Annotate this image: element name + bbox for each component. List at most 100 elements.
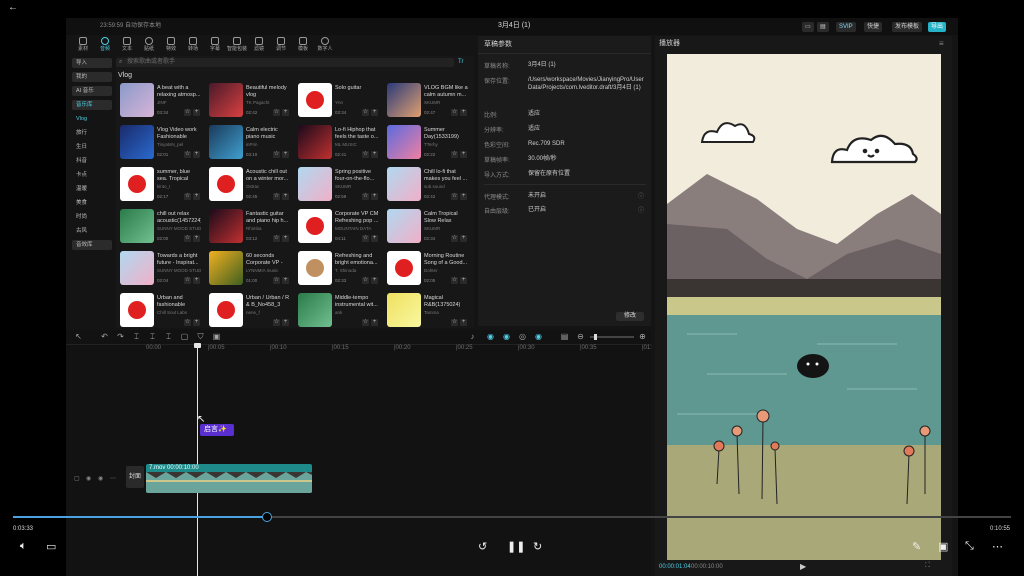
- video-clip[interactable]: 7.mov 00:00:10:00: [146, 464, 312, 493]
- tab-sticker[interactable]: 贴纸: [138, 36, 160, 55]
- favorite-icon[interactable]: ☆: [184, 277, 191, 284]
- tab-smart-pack[interactable]: 智能包装: [226, 36, 248, 55]
- favorite-icon[interactable]: ☆: [362, 319, 369, 326]
- undo-icon[interactable]: ↶: [100, 332, 109, 341]
- add-icon[interactable]: +: [460, 277, 467, 284]
- playhead-handle[interactable]: [194, 343, 201, 348]
- tab-subtitle[interactable]: 字幕: [204, 36, 226, 55]
- title-clip[interactable]: 启言✨: [200, 424, 234, 436]
- crop-icon[interactable]: ▣: [212, 332, 221, 341]
- favorite-icon[interactable]: ☆: [451, 319, 458, 326]
- search-input[interactable]: 搜索歌曲或者歌手: [127, 59, 175, 66]
- menu-icon[interactable]: ≡: [939, 39, 944, 48]
- track-more-icon[interactable]: ⋯: [110, 476, 116, 483]
- split-right-icon[interactable]: ⌶: [164, 332, 173, 341]
- more-options-icon[interactable]: ⋯: [992, 540, 1003, 553]
- pause-icon[interactable]: ❚❚: [507, 540, 525, 553]
- add-icon[interactable]: +: [282, 277, 289, 284]
- favorite-icon[interactable]: ☆: [184, 109, 191, 116]
- edit-button[interactable]: 修改: [616, 312, 644, 321]
- add-icon[interactable]: +: [193, 151, 200, 158]
- favorite-icon[interactable]: ☆: [451, 235, 458, 242]
- music-card[interactable]: Towards a bright future - Inspirat... SUN…: [120, 251, 201, 287]
- tab-template[interactable]: 模板: [292, 36, 314, 55]
- redo-icon[interactable]: ↷: [116, 332, 125, 341]
- music-card[interactable]: summer, blue sea. Tropical house(1... kin…: [120, 167, 200, 203]
- cover-button[interactable]: 封面: [126, 466, 144, 488]
- layout-icon[interactable]: ▭: [802, 22, 814, 32]
- favorite-icon[interactable]: ☆: [451, 151, 458, 158]
- favorite-icon[interactable]: ☆: [184, 193, 191, 200]
- music-card[interactable]: Lo-fi Hiphop that feels the taste o... ML…: [298, 125, 378, 161]
- music-card[interactable]: Magical R&B(1375024) Tamma ☆ +: [387, 293, 467, 328]
- tab-audio[interactable]: 音频: [94, 36, 116, 55]
- favorite-icon[interactable]: ☆: [273, 193, 280, 200]
- tab-media[interactable]: 素材: [72, 36, 94, 55]
- sidebar-item-birthday[interactable]: 生日: [72, 142, 112, 152]
- add-icon[interactable]: +: [460, 109, 467, 116]
- music-card[interactable]: Refreshing and bright emotiona... T. Shin…: [298, 251, 378, 287]
- add-icon[interactable]: +: [282, 319, 289, 326]
- sidebar-item-food[interactable]: 美食: [72, 198, 112, 208]
- add-icon[interactable]: +: [371, 235, 378, 242]
- music-card[interactable]: Urban and fashionable jazz... Chill Soul …: [120, 293, 200, 328]
- add-icon[interactable]: +: [371, 109, 378, 116]
- music-card[interactable]: Acoustic chill out on a winter mor... Ost…: [209, 167, 289, 203]
- info-icon[interactable]: ⓘ: [638, 205, 644, 214]
- music-card[interactable]: Corporate VP CM Refreshing pop ... MOUNTA…: [298, 209, 378, 245]
- add-icon[interactable]: +: [193, 235, 200, 242]
- microphone-icon[interactable]: ♪: [468, 332, 477, 341]
- sidebar-item-fashion[interactable]: 时尚: [72, 212, 112, 222]
- music-card[interactable]: Chill lo-fi that makes you feel ... sub.s…: [387, 167, 467, 203]
- favorite-icon[interactable]: ☆: [451, 109, 458, 116]
- select-tool-icon[interactable]: ↖: [74, 332, 83, 341]
- add-icon[interactable]: +: [371, 277, 378, 284]
- sidebar-item-beat[interactable]: 卡点: [72, 170, 112, 180]
- favorite-icon[interactable]: ☆: [184, 319, 191, 326]
- music-card[interactable]: Morning Routine Song of a Good... Dohter 0…: [387, 251, 467, 287]
- magnet-icon[interactable]: ◉: [486, 332, 495, 341]
- delete-icon[interactable]: ▢: [180, 332, 189, 341]
- music-card[interactable]: chill out relax acoustic(1457224) SUNNY M…: [120, 209, 201, 245]
- music-card[interactable]: VLOG BGM like a calm autumn m... SKUMR 02:…: [387, 83, 468, 119]
- favorite-icon[interactable]: ☆: [273, 151, 280, 158]
- split-left-icon[interactable]: ⌶: [148, 332, 157, 341]
- vip-badge[interactable]: SVIP: [836, 22, 856, 32]
- tab-text[interactable]: 文本: [116, 36, 138, 55]
- add-icon[interactable]: +: [282, 109, 289, 116]
- add-icon[interactable]: +: [460, 235, 467, 242]
- add-icon[interactable]: +: [282, 193, 289, 200]
- favorite-icon[interactable]: ☆: [184, 235, 191, 242]
- sidebar-item-import[interactable]: 导入: [72, 58, 112, 68]
- eye-icon[interactable]: ◉: [86, 476, 91, 483]
- tab-transition[interactable]: 转场: [182, 36, 204, 55]
- music-card[interactable]: Solo guitar Ynn 03:34 ☆ +: [298, 83, 378, 119]
- sidebar-item-vlog[interactable]: Vlog: [72, 114, 112, 124]
- preview-axis-icon[interactable]: ◎: [518, 332, 527, 341]
- add-icon[interactable]: +: [371, 319, 378, 326]
- sidebar-item-travel[interactable]: 旅行: [72, 128, 112, 138]
- progress-thumb[interactable]: [262, 512, 273, 522]
- volume-track-icon[interactable]: ◉: [98, 476, 103, 483]
- info-icon[interactable]: ⓘ: [638, 191, 644, 200]
- favorite-icon[interactable]: ☆: [362, 109, 369, 116]
- captions-icon[interactable]: ▭: [46, 540, 56, 553]
- add-icon[interactable]: +: [193, 277, 200, 284]
- add-icon[interactable]: +: [460, 319, 467, 326]
- back-arrow-icon[interactable]: ←: [8, 3, 18, 13]
- mini-player-icon[interactable]: ▣: [938, 540, 948, 553]
- music-card[interactable]: Spring positive four-on-the-flo... SKUMR 0…: [298, 167, 378, 203]
- add-icon[interactable]: +: [371, 193, 378, 200]
- music-card[interactable]: Urban / Urban / R & B_No458_3 nene_f ☆ +: [209, 293, 289, 328]
- favorite-icon[interactable]: ☆: [362, 277, 369, 284]
- sidebar-item-douyin[interactable]: 抖音: [72, 156, 112, 166]
- caption-icon[interactable]: ▤: [560, 332, 569, 341]
- tab-filter[interactable]: 滤镜: [248, 36, 270, 55]
- snap-icon[interactable]: ◉: [534, 332, 543, 341]
- rewind-10-icon[interactable]: ↺: [478, 540, 487, 553]
- export-button[interactable]: 导出: [928, 22, 947, 32]
- tab-digital-human[interactable]: 数字人: [314, 36, 336, 55]
- tab-effects[interactable]: 特效: [160, 36, 182, 55]
- music-card[interactable]: 60 seconds Corporate VP - Fresh... LYNNMI…: [209, 251, 289, 287]
- tab-adjust[interactable]: 调节: [270, 36, 292, 55]
